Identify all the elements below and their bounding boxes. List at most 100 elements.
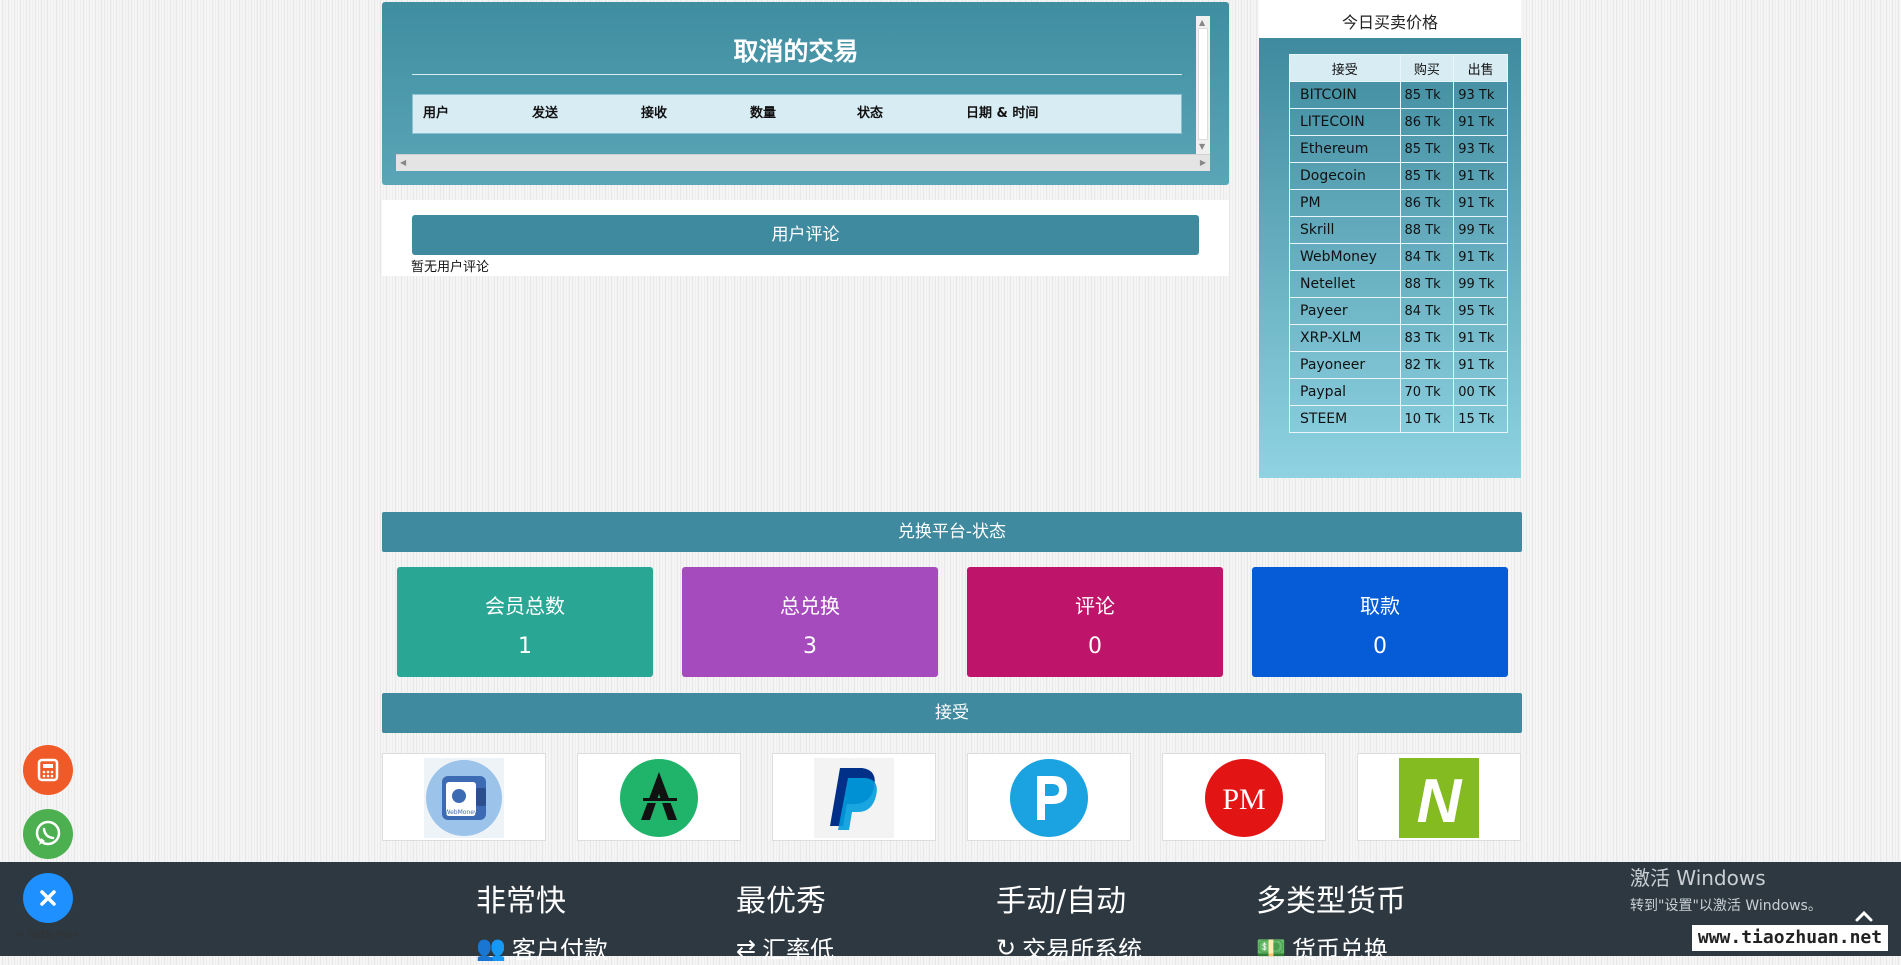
- title-divider: [412, 74, 1182, 75]
- accepted-methods-bar: 接受: [382, 693, 1522, 733]
- feature-sub: 👥 客户付款: [476, 930, 608, 965]
- col-buy: 购买: [1399, 54, 1455, 82]
- sell-price: 00 TK: [1453, 378, 1508, 406]
- feature-sub-label: 交易所系统: [1022, 936, 1143, 964]
- buy-price: 70 Tk: [1399, 378, 1455, 406]
- whatsapp-icon: [35, 820, 61, 846]
- pay-card-webmoney[interactable]: WebMoney: [382, 753, 546, 841]
- col-receive: 接收: [641, 106, 668, 121]
- scroll-down-icon[interactable]: ▼: [1199, 142, 1205, 151]
- buy-price: 84 Tk: [1399, 243, 1455, 271]
- sell-price: 99 Tk: [1453, 216, 1508, 244]
- feature-sub: ↻ 交易所系统: [996, 930, 1142, 965]
- buy-price: 86 Tk: [1399, 189, 1455, 217]
- stat-value: 0: [1373, 634, 1387, 659]
- payeer-logo: [1010, 759, 1088, 837]
- scroll-left-icon[interactable]: ◀: [400, 158, 406, 167]
- stat-value: 3: [803, 634, 817, 659]
- platform-status-bar: 兑换平台-状态: [382, 512, 1522, 552]
- sell-price: 91 Tk: [1453, 162, 1508, 190]
- pay-card-perfect-money[interactable]: PM: [1162, 753, 1326, 841]
- neteller-logo: N: [1399, 758, 1479, 838]
- windows-activation-title: 激活 Windows: [1630, 866, 1766, 890]
- price-table: 接受 购买 出售 BITCOIN 85 Tk 93 Tk LITECOIN 86 Tk 9…: [1289, 54, 1508, 433]
- stat-label: 评论: [1075, 594, 1115, 618]
- scroll-up-icon[interactable]: ▲: [1199, 18, 1205, 27]
- whatsapp-button[interactable]: [23, 809, 73, 859]
- today-price-widget: 今日买卖价格 接受 购买 出售 BITCOIN 85 Tk 93 Tk LITECOI…: [1259, 0, 1521, 478]
- getbutton-link[interactable]: ⊙ GetButton: [16, 929, 79, 940]
- scrollbar-thumb[interactable]: [1198, 28, 1208, 140]
- feature-sub-label: 货币兑换: [1291, 936, 1388, 964]
- price-row: XRP-XLM 83 Tk 91 Tk: [1289, 324, 1508, 352]
- feature-title: 非常快: [476, 884, 566, 919]
- pay-card-payeer[interactable]: [967, 753, 1131, 841]
- exchange-icon: ⇄: [736, 933, 757, 962]
- phone-button[interactable]: [23, 745, 73, 795]
- price-row: WebMoney 84 Tk 91 Tk: [1289, 243, 1508, 271]
- feature-best: 最优秀 ⇄ 汇率低: [736, 876, 834, 965]
- cancelled-transactions-panel: 取消的交易 用户 发送 接收 数量 状态 日期 & 时间 ◀ ▶ ▲ ▼: [382, 2, 1229, 185]
- buy-price: 86 Tk: [1399, 108, 1455, 136]
- price-row: LITECOIN 86 Tk 91 Tk: [1289, 108, 1508, 136]
- svg-text:PM: PM: [1222, 783, 1265, 816]
- feature-sub: ⇄ 汇率低: [736, 930, 834, 965]
- currency-name: XRP-XLM: [1289, 324, 1401, 352]
- footer: 非常快 👥 客户付款 最优秀 ⇄ 汇率低 手动/自动 ↻ 交易所系统 多类型货币…: [0, 862, 1901, 964]
- stat-value: 0: [1088, 634, 1102, 659]
- feature-fast: 非常快 👥 客户付款: [476, 876, 608, 965]
- buy-price: 82 Tk: [1399, 351, 1455, 379]
- feature-sub-label: 客户付款: [511, 936, 608, 964]
- price-row: Netellet 88 Tk 99 Tk: [1289, 270, 1508, 298]
- price-row: STEEM 10 Tk 15 Tk: [1289, 405, 1508, 433]
- buy-price: 84 Tk: [1399, 297, 1455, 325]
- windows-activation-notice: 激活 Windows 转到"设置"以激活 Windows。: [1630, 862, 1822, 915]
- col-sell: 出售: [1453, 54, 1508, 82]
- sell-price: 99 Tk: [1453, 270, 1508, 298]
- no-reviews-text: 暂无用户评论: [411, 260, 490, 275]
- col-status: 状态: [857, 106, 884, 121]
- col-datetime: 日期 & 时间: [966, 106, 1039, 121]
- sell-price: 91 Tk: [1453, 351, 1508, 379]
- user-reviews-header[interactable]: 用户评论: [412, 215, 1199, 255]
- paypal-logo: [814, 758, 894, 838]
- price-row: PM 86 Tk 91 Tk: [1289, 189, 1508, 217]
- currency-name: PM: [1289, 189, 1401, 217]
- sell-price: 91 Tk: [1453, 189, 1508, 217]
- currency-name: Dogecoin: [1289, 162, 1401, 190]
- sell-price: 15 Tk: [1453, 405, 1508, 433]
- price-row: BITCOIN 85 Tk 93 Tk: [1289, 81, 1508, 109]
- price-title: 今日买卖价格: [1259, 0, 1521, 38]
- price-row: Payoneer 82 Tk 91 Tk: [1289, 351, 1508, 379]
- currency-name: Ethereum: [1289, 135, 1401, 163]
- site-watermark: www.tiaozhuan.net: [1692, 925, 1888, 951]
- pay-card-paypal[interactable]: [772, 753, 936, 841]
- stat-card-withdrawals: 取款 0: [1252, 567, 1508, 677]
- currency-name: Netellet: [1289, 270, 1401, 298]
- svg-text:WebMoney: WebMoney: [445, 809, 478, 816]
- feature-sub: 💵 货币兑换: [1256, 930, 1406, 965]
- sell-price: 91 Tk: [1453, 243, 1508, 271]
- pay-card-airtm[interactable]: [577, 753, 741, 841]
- close-button[interactable]: [23, 873, 73, 923]
- perfect-money-logo: PM: [1205, 759, 1283, 837]
- vertical-scrollbar[interactable]: ▲ ▼: [1196, 16, 1210, 154]
- stat-card-members: 会员总数 1: [397, 567, 653, 677]
- feature-title: 最优秀: [736, 884, 826, 919]
- col-accept: 接受: [1289, 54, 1401, 82]
- currency-name: Payeer: [1289, 297, 1401, 325]
- currency-name: Skrill: [1289, 216, 1401, 244]
- close-icon: [40, 890, 56, 906]
- price-row: Dogecoin 85 Tk 91 Tk: [1289, 162, 1508, 190]
- horizontal-scrollbar[interactable]: ◀ ▶: [396, 154, 1210, 171]
- pay-card-neteller[interactable]: N: [1357, 753, 1521, 841]
- stat-label: 会员总数: [485, 594, 565, 618]
- stat-card-exchanges: 总兑换 3: [682, 567, 938, 677]
- scroll-right-icon[interactable]: ▶: [1200, 158, 1206, 167]
- svg-text:N: N: [1417, 767, 1463, 836]
- webmoney-logo: WebMoney: [424, 758, 504, 838]
- feature-title: 手动/自动: [996, 884, 1127, 919]
- feature-title: 多类型货币: [1256, 884, 1406, 919]
- price-table-container: 接受 购买 出售 BITCOIN 85 Tk 93 Tk LITECOIN 86 Tk 9…: [1259, 38, 1521, 478]
- col-amount: 数量: [750, 106, 777, 121]
